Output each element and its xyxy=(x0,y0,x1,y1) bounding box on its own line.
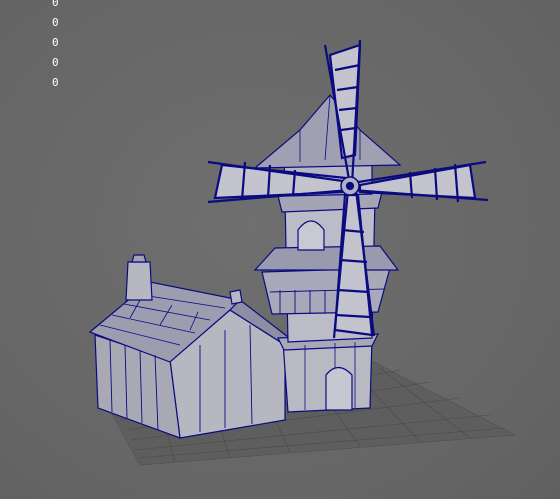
cottage-model[interactable] xyxy=(88,254,294,439)
scene-render[interactable] xyxy=(0,0,560,499)
3d-viewport[interactable]: 0 0 0 0 0 xyxy=(0,0,560,499)
